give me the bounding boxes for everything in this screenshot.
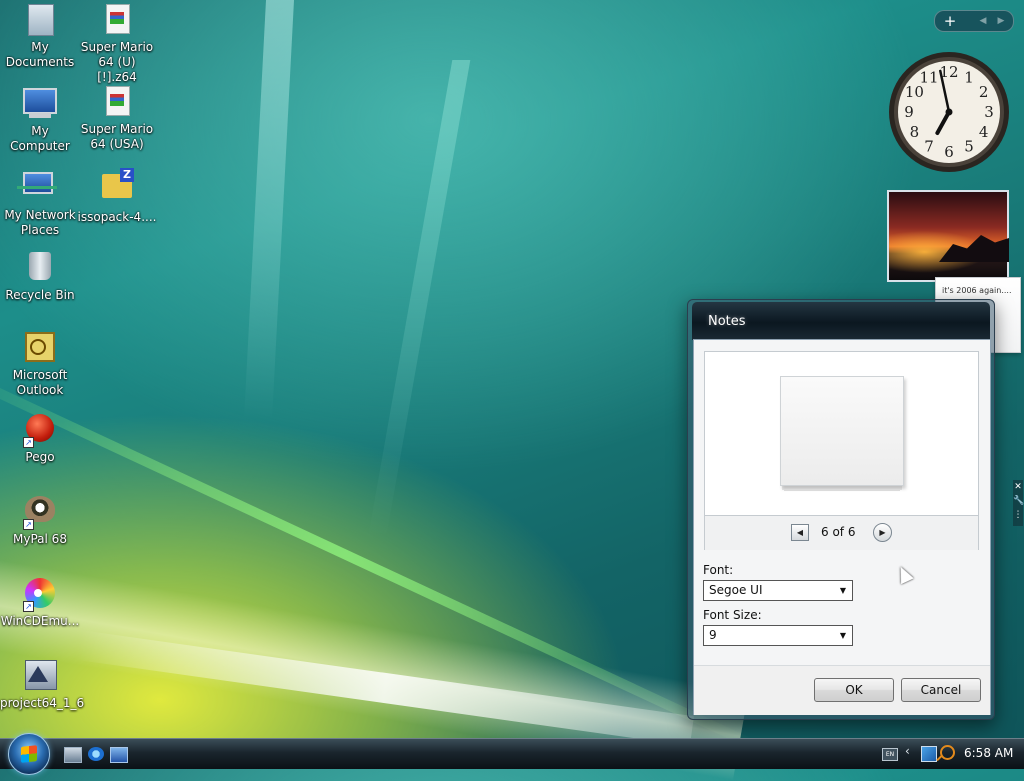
sidebar-prev-button[interactable]: ◀ [975,12,991,30]
font-select[interactable]: Segoe UI ▼ [703,580,853,601]
note-paper-preview [780,376,904,486]
gadget-toolbar: ✕ 🔧 ⋮ [1013,480,1024,526]
desktop-icon-my-computer[interactable]: My Computer [0,86,80,154]
sidebar-controls: + ◀ ▶ [934,10,1014,32]
rom-file-icon [106,4,130,34]
clock-numeral: 6 [944,143,954,161]
gadget-settings-icon[interactable]: 🔧 [1013,494,1024,508]
shortcut-arrow-icon: ↗ [23,601,34,612]
network-tray-icon[interactable] [921,746,937,762]
font-label: Font: [703,563,734,577]
next-style-button[interactable]: ▶ [873,523,892,542]
clock-center-pin [945,108,953,116]
desktop-icon-recycle-bin[interactable]: Recycle Bin [0,250,80,303]
desktop-icon-label: WinCDEmu... [0,614,80,628]
chevron-down-icon: ▼ [839,586,847,595]
clock-numeral: 1 [964,68,974,86]
font-size-label: Font Size: [703,608,762,622]
desktop-icon-super-mario-64-u[interactable]: Super Mario 64 (U) [!].z64 [77,4,157,85]
clock-numeral: 5 [964,138,974,156]
project64-icon [25,660,57,690]
dialog-body: ◀ 6 of 6 ▶ Font: Segoe UI ▼ Font Size: 9… [693,339,991,715]
desktop-icon-mypal-68[interactable]: ↗ MyPal 68 [0,496,80,547]
slideshow-gadget[interactable] [887,190,1009,282]
keyboard-icon[interactable]: EN [882,748,898,761]
desktop-icon-wincdemu[interactable]: ↗ WinCDEmu... [0,578,80,629]
wallpaper-streak [243,0,295,420]
chevron-down-icon: ▼ [839,631,847,640]
desktop-icon-label: My Documents [5,40,75,69]
desktop-icon-super-mario-64-usa[interactable]: Super Mario 64 (USA) [77,86,157,152]
drag-handle-icon[interactable]: ⋮ [1013,508,1023,522]
clock-numeral: 3 [984,103,994,121]
previous-style-button[interactable]: ◀ [791,524,809,541]
sidebar-next-button[interactable]: ▶ [993,12,1009,30]
desktop-icon-label: MyPal 68 [13,532,67,546]
clock-numeral: 4 [979,123,989,141]
show-desktop-icon[interactable] [64,747,82,763]
desktop-icon-label: Super Mario 64 (USA) [80,122,154,151]
desktop-icon-label: My Network Places [4,208,76,237]
desktop-icon-label: Pego [25,450,55,464]
outlook-icon [25,332,55,362]
desktop-icon-label: Super Mario 64 (U) [!].z64 [80,40,154,84]
font-size-select-value: 9 [709,628,717,642]
ok-button[interactable]: OK [814,678,894,702]
desktop-icon-issopack[interactable]: issopack-4.... [77,168,157,225]
shortcut-arrow-icon: ↗ [23,519,34,530]
zip-folder-icon [102,174,132,198]
start-button[interactable] [8,733,50,775]
desktop-icon-my-network-places[interactable]: My Network Places [0,168,80,238]
style-page-count: 6 of 6 [821,525,856,539]
add-gadget-button[interactable]: + [941,12,959,30]
desktop-icon-project64[interactable]: project64_1_6 [0,660,85,711]
desktop-icon-label: project64_1_6 [0,696,85,710]
desktop-icon-label: My Computer [10,124,70,153]
taskbar-clock[interactable]: 6:58 AM [964,746,1013,760]
wallpaper-streak [75,630,694,746]
shortcut-arrow-icon: ↗ [23,437,34,448]
notes-settings-dialog: Notes ◀ 6 of 6 ▶ Font: Segoe UI ▼ Font S… [687,299,995,720]
my-documents-icon [28,4,54,36]
clock-numeral: 2 [979,83,989,101]
desktop-icon-microsoft-outlook[interactable]: Microsoft Outlook [0,332,80,398]
wallpaper-streak [0,360,756,750]
font-select-value: Segoe UI [709,583,763,597]
desktop-icon-label: Recycle Bin [5,288,75,302]
close-gadget-icon[interactable]: ✕ [1013,480,1023,494]
desktop-icon-pego[interactable]: ↗ Pego [0,414,80,465]
clock-numeral: 8 [910,123,920,141]
note-style-preview: ◀ 6 of 6 ▶ [704,351,979,550]
show-hidden-icons-button[interactable]: ‹ [905,744,910,758]
network-icon [23,172,53,194]
recycle-bin-icon [29,252,51,280]
dialog-title: Notes [708,314,746,329]
style-pager: ◀ 6 of 6 ▶ [705,515,978,550]
wallpaper-streak [367,60,471,540]
desktop-icon-label: issopack-4.... [77,210,157,224]
clock-numeral: 7 [924,138,934,156]
switch-windows-icon[interactable] [110,747,128,763]
rom-file-icon [106,86,130,116]
clock-numeral: 11 [919,68,938,86]
desktop-icon-my-documents[interactable]: My Documents [0,4,80,70]
cancel-button[interactable]: Cancel [901,678,981,702]
desktop-icon-label: Microsoft Outlook [12,368,68,397]
taskbar: EN ‹ 6:58 AM [0,733,1024,775]
dialog-title-bar[interactable]: Notes [692,302,990,340]
clock-gadget[interactable]: 1234567891011 12 [887,50,1011,174]
internet-explorer-icon[interactable] [88,747,104,761]
dialog-button-row: OK Cancel [694,665,990,715]
font-size-select[interactable]: 9 ▼ [703,625,853,646]
search-icon[interactable] [940,745,955,760]
computer-icon [23,88,57,114]
clock-numeral: 9 [904,103,914,121]
